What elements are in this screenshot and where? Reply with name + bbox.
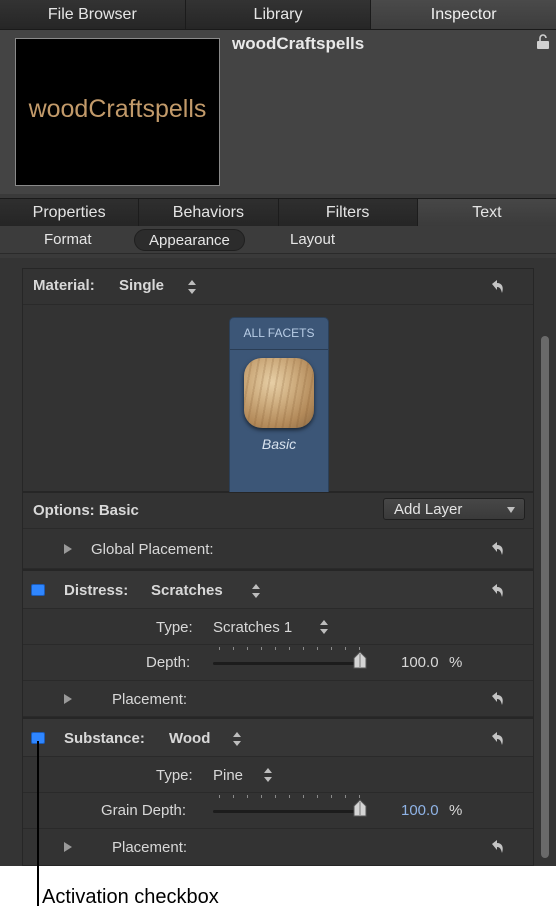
tab-filters[interactable]: Filters	[278, 199, 418, 226]
tab-inspector[interactable]: Inspector	[371, 0, 556, 29]
material-value[interactable]: Single	[119, 277, 164, 294]
inspector-panel: File Browser Library Inspector woodCraft…	[0, 0, 556, 866]
preview-text: woodCraftspells	[28, 95, 207, 123]
subtab-format[interactable]: Format	[30, 229, 106, 251]
top-tab-bar: File Browser Library Inspector	[0, 0, 556, 30]
preview-thumbnail: woodCraftspells	[15, 38, 220, 186]
facet-tile[interactable]: ALL FACETS Basic	[229, 317, 329, 499]
grain-depth-unit: %	[449, 802, 463, 819]
tab-library[interactable]: Library	[185, 0, 372, 29]
distress-depth-unit: %	[449, 654, 463, 671]
facet-title: ALL FACETS	[243, 326, 315, 340]
tab-properties[interactable]: Properties	[0, 199, 140, 226]
sub-tab-bar: Format Appearance Layout	[0, 226, 556, 254]
material-row: Material: Single	[23, 269, 533, 305]
substance-grain-row: Grain Depth: 100.0 %	[23, 793, 533, 829]
substance-type-label: Type:	[156, 767, 193, 784]
depth-slider-thumb[interactable]	[353, 651, 367, 669]
tab-file-browser[interactable]: File Browser	[0, 0, 186, 29]
grain-slider-track[interactable]	[213, 810, 363, 813]
global-placement-row: Global Placement:	[23, 529, 533, 569]
distress-placement-row: Placement:	[23, 681, 533, 717]
substance-type-row: Type: Pine	[23, 757, 533, 793]
distress-depth-value[interactable]: 100.0	[401, 654, 439, 671]
distress-type-value[interactable]: Scratches 1	[213, 619, 292, 636]
disclosure-triangle-icon[interactable]	[63, 543, 73, 555]
substance-type-value[interactable]: Pine	[213, 767, 243, 784]
distress-depth-label: Depth:	[146, 654, 191, 671]
slider-ticks	[219, 647, 360, 650]
tab-text[interactable]: Text	[417, 199, 556, 226]
distress-type-label: Type:	[156, 619, 193, 636]
inspector-header: woodCraftspells woodCraftspells	[0, 30, 556, 194]
section-tab-bar: Properties Behaviors Filters Text	[0, 198, 556, 226]
updown-arrows-icon[interactable]	[263, 767, 273, 783]
lock-icon[interactable]	[536, 34, 550, 50]
reset-icon[interactable]	[489, 691, 507, 707]
updown-arrows-icon[interactable]	[187, 279, 197, 295]
slider-ticks	[219, 795, 360, 798]
updown-arrows-icon[interactable]	[232, 731, 242, 747]
grain-depth-value[interactable]: 100.0	[401, 802, 439, 819]
material-group: Material: Single ALL FACETS Basic	[22, 268, 534, 499]
subtab-layout[interactable]: Layout	[276, 229, 349, 251]
object-name: woodCraftspells	[232, 34, 365, 53]
add-layer-label: Add Layer	[394, 501, 463, 518]
tab-behaviors[interactable]: Behaviors	[139, 199, 279, 226]
substance-placement-label: Placement:	[112, 839, 188, 856]
substance-placement-row: Placement:	[23, 829, 533, 865]
callout-line	[37, 741, 39, 906]
reset-icon[interactable]	[489, 839, 507, 855]
reset-icon[interactable]	[489, 279, 507, 295]
wood-swatch	[244, 358, 314, 428]
substance-row: Substance: Wood	[23, 717, 533, 757]
global-placement-label: Global Placement:	[91, 541, 214, 558]
disclosure-triangle-icon[interactable]	[63, 841, 73, 853]
distress-row: Distress: Scratches	[23, 569, 533, 609]
facet-divider	[230, 349, 328, 350]
depth-slider-track[interactable]	[213, 662, 363, 665]
subtab-appearance[interactable]: Appearance	[134, 229, 245, 251]
substance-value[interactable]: Wood	[169, 730, 210, 747]
distress-depth-row: Depth: 100.0 %	[23, 645, 533, 681]
reset-icon[interactable]	[489, 541, 507, 557]
material-label: Material:	[33, 277, 95, 294]
distress-value[interactable]: Scratches	[151, 582, 223, 599]
appearance-content: Material: Single ALL FACETS Basic Option…	[0, 258, 556, 866]
distress-label: Distress:	[64, 582, 129, 599]
options-group: Options: Basic Add Layer Global Placemen…	[22, 492, 534, 866]
updown-arrows-icon[interactable]	[319, 619, 329, 635]
facet-label: Basic	[261, 436, 297, 452]
distress-activation-checkbox[interactable]	[31, 584, 45, 596]
distress-placement-label: Placement:	[112, 691, 188, 708]
substance-label: Substance:	[64, 730, 145, 747]
scrollbar[interactable]	[541, 336, 549, 858]
options-label: Options: Basic	[33, 502, 139, 519]
reset-icon[interactable]	[489, 731, 507, 747]
grain-slider-thumb[interactable]	[353, 799, 367, 817]
callout-caption: Activation checkbox	[42, 886, 219, 908]
options-header: Options: Basic Add Layer	[23, 493, 533, 529]
updown-arrows-icon[interactable]	[251, 583, 261, 599]
grain-depth-label: Grain Depth:	[101, 802, 187, 819]
add-layer-button[interactable]: Add Layer	[383, 498, 525, 520]
disclosure-triangle-icon[interactable]	[63, 693, 73, 705]
reset-icon[interactable]	[489, 583, 507, 599]
chevron-down-icon	[507, 507, 515, 513]
distress-type-row: Type: Scratches 1	[23, 609, 533, 645]
